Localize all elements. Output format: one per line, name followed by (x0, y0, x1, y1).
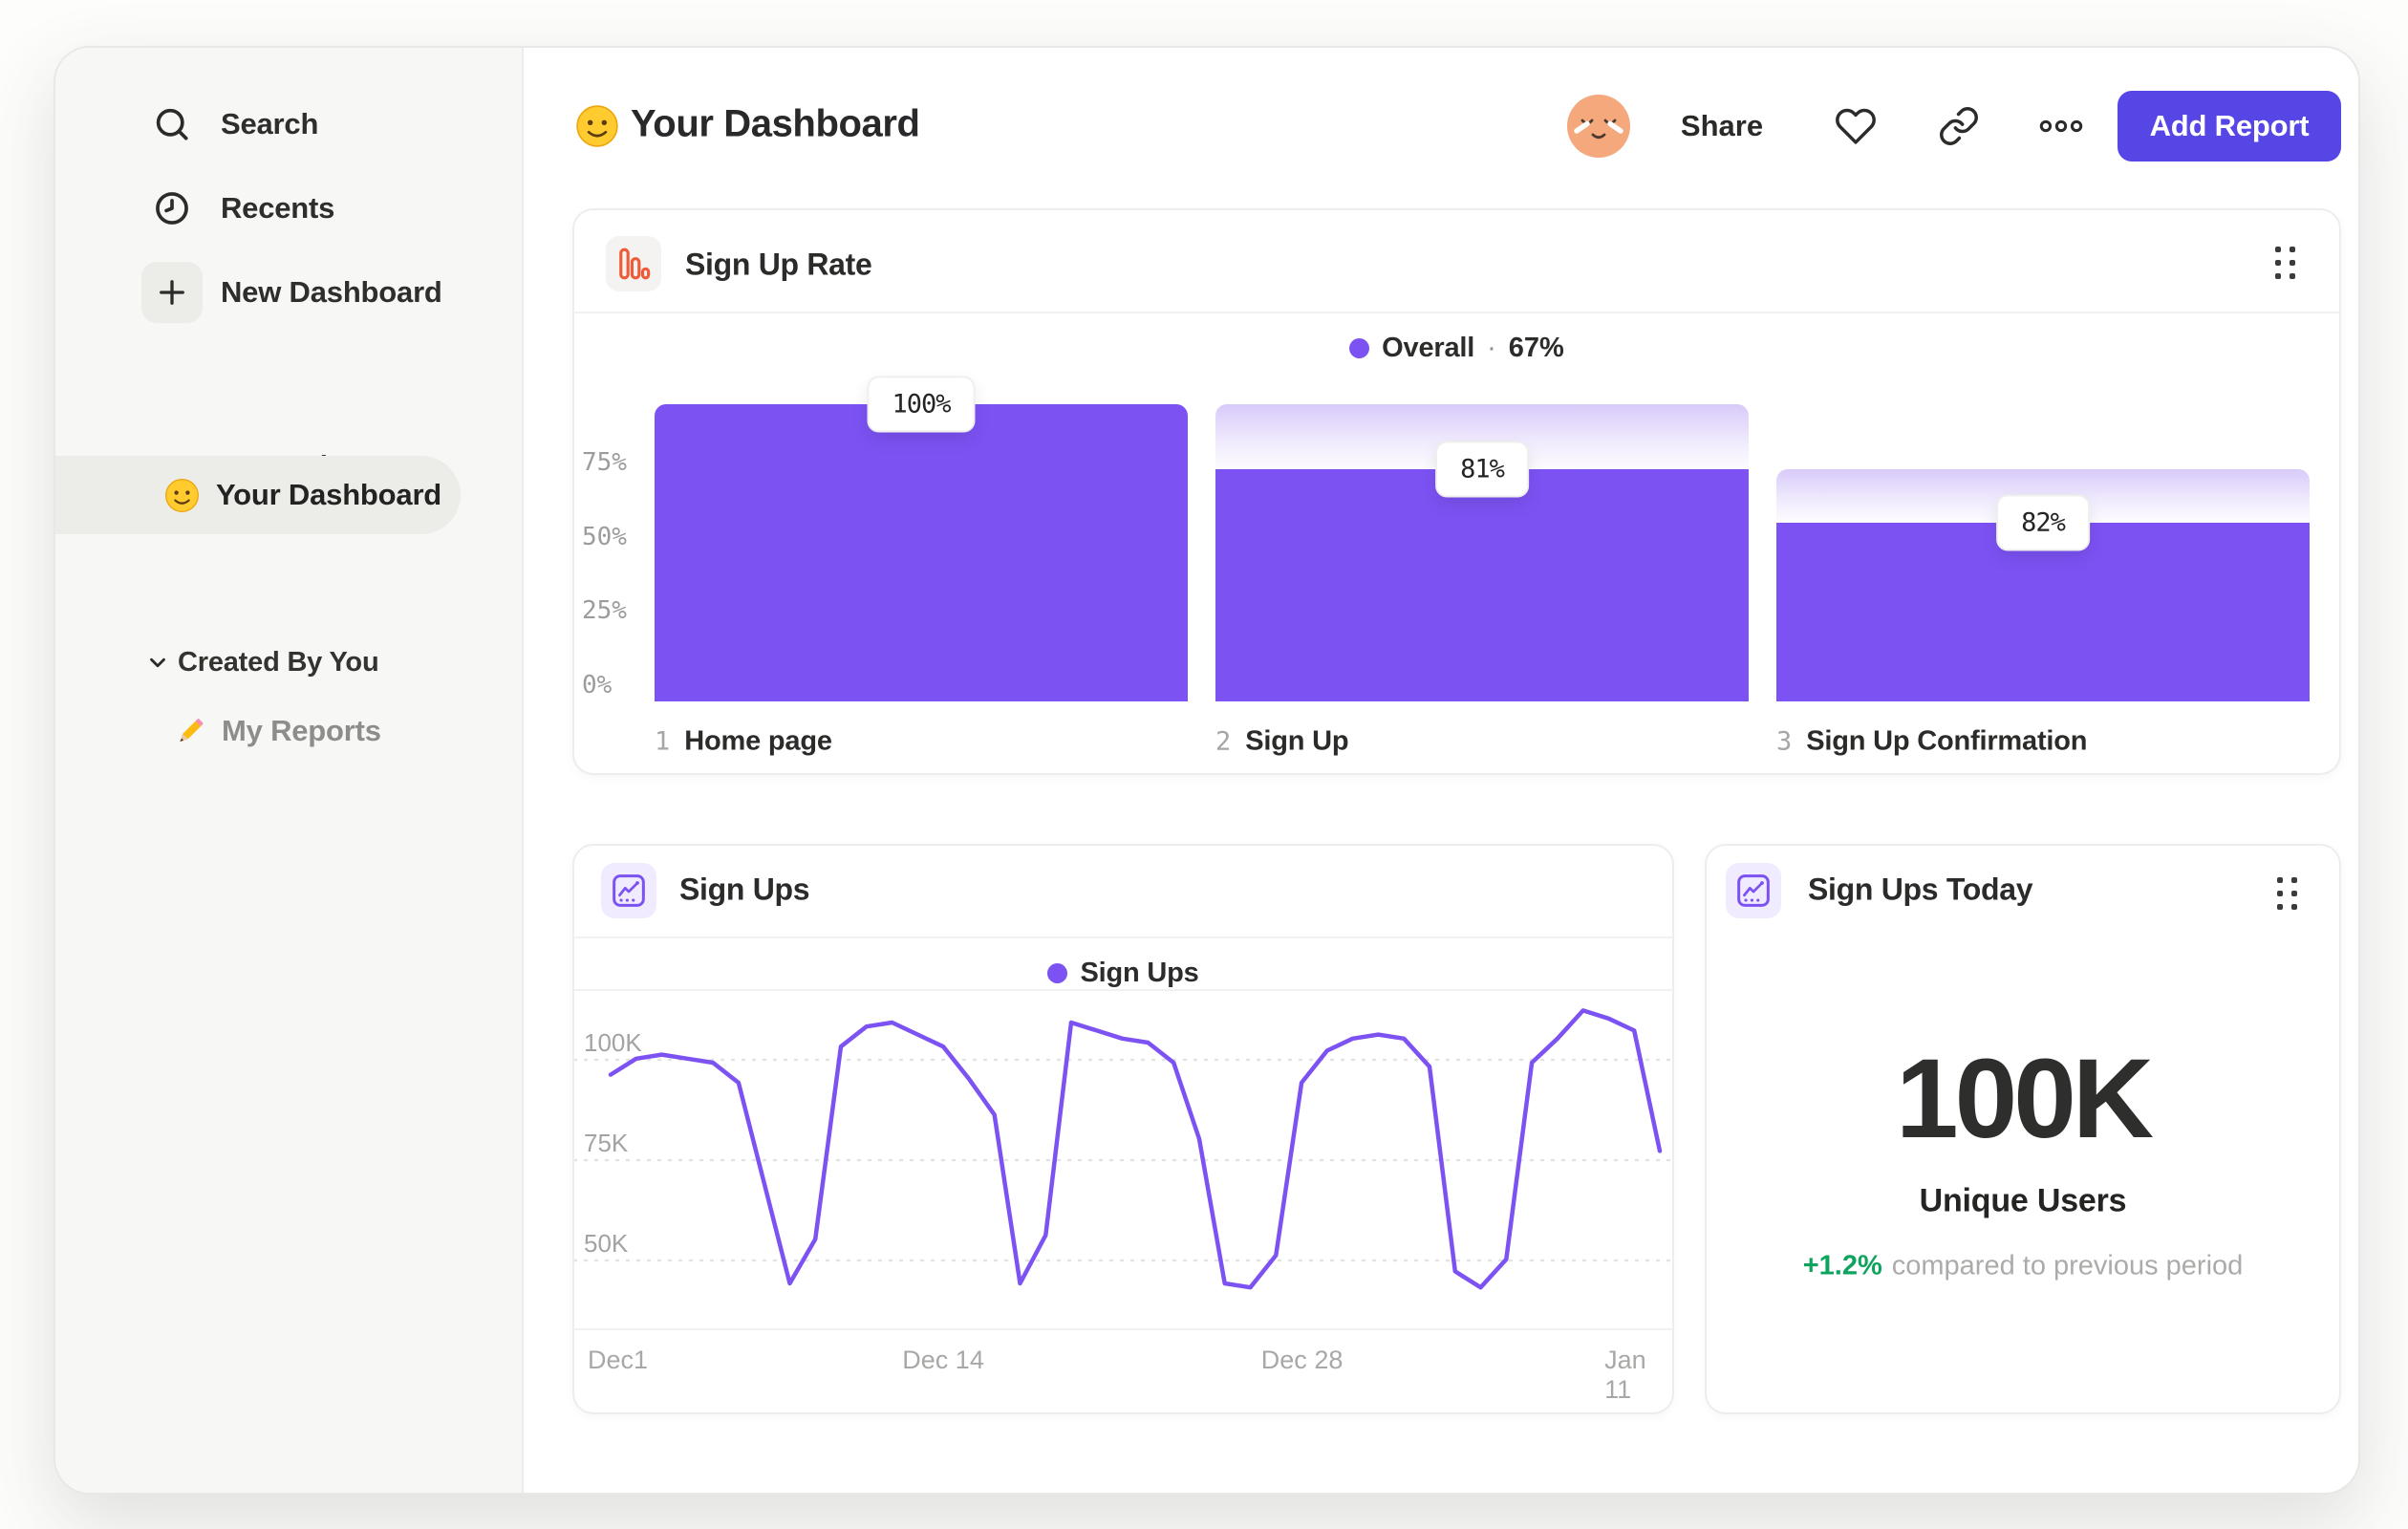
link-icon[interactable] (1938, 105, 1980, 147)
pencil-emoji-icon (180, 719, 204, 743)
funnel-bar[interactable] (655, 404, 1188, 701)
step-index: 3 (1776, 726, 1793, 757)
metric-delta: +1.2% (1802, 1250, 1882, 1281)
line-card-sign-ups: Sign Ups Sign Ups 100K 75K 50K Dec1 Dec 14 De… (572, 844, 1678, 1416)
funnel-step-label: 3 Sign Up Confirmation (1776, 726, 2087, 758)
x-axis-tick: Dec 28 (1260, 1346, 1344, 1374)
sidebar-item-label: My Reports (222, 714, 381, 747)
sidebar-item-recents[interactable]: Recents (55, 166, 522, 250)
sidebar-item-label: New Dashboard (221, 275, 442, 309)
funnel-step-label: 2 Sign Up (1215, 725, 1349, 758)
sidebar: Search Recents New Dashboard Your Fa (55, 48, 524, 1493)
y-axis-tick: 25% (582, 596, 627, 626)
add-report-button[interactable]: Add Report (2118, 91, 2341, 162)
x-axis-tick: Dec 14 (902, 1346, 984, 1374)
y-axis-tick: 50K (584, 1229, 629, 1258)
sidebar-item-my-reports[interactable]: My Reports (55, 691, 522, 771)
line-chart-icon (1726, 863, 1781, 918)
line-chart-svg (572, 1008, 1678, 1290)
main-content: Your Dashboard Share Add Report Sign Up … (524, 48, 2358, 1493)
y-axis-tick: 50% (582, 522, 627, 551)
smiley-emoji-icon (165, 478, 199, 512)
step-index: 1 (655, 726, 671, 757)
metric-card-sign-ups-today: Sign Ups Today 100K Unique Users +1.2% co… (1705, 844, 2341, 1414)
heart-icon[interactable] (1835, 105, 1877, 147)
divider (574, 1328, 1672, 1330)
sidebar-item-new-dashboard[interactable]: New Dashboard (55, 250, 522, 334)
y-axis-tick: 75K (584, 1129, 629, 1157)
metric-label: Unique Users (1919, 1182, 2127, 1219)
avatar[interactable] (1567, 95, 1630, 158)
more-options-icon[interactable] (2037, 105, 2083, 147)
sidebar-section-created-by-you[interactable]: Created By You (55, 634, 522, 691)
y-axis-tick: 0% (582, 671, 613, 700)
section-header-label: Created By You (178, 646, 379, 678)
value-tooltip: 82% (1996, 494, 2090, 551)
line-chart: 100K 75K 50K Dec1 Dec 14 Dec 28 Jan 11 (572, 846, 1678, 1416)
card-title: Sign Ups Today (1808, 872, 2033, 907)
value-tooltip: 100% (867, 376, 976, 433)
share-button[interactable]: Share (1681, 109, 1763, 143)
funnel-chart: 0% 25% 50% 75% 100% 1 Home page 81% 2 Sign Up 82% 3… (574, 210, 2339, 773)
x-axis-tick: Dec1 (588, 1346, 649, 1374)
metric-delta-caption: compared to previous period (1891, 1250, 2244, 1281)
sidebar-item-your-dashboard[interactable]: Your Dashboard (55, 456, 461, 534)
step-name: Sign Up (1245, 725, 1349, 757)
plus-icon (141, 262, 203, 323)
metric-delta-row: +1.2% compared to previous period (1707, 1251, 2339, 1282)
step-index: 2 (1215, 726, 1232, 757)
y-axis-tick: 75% (582, 447, 627, 477)
smiley-emoji-icon (576, 105, 618, 147)
drag-handle-icon[interactable] (2277, 877, 2297, 910)
clock-icon (141, 178, 203, 239)
sidebar-item-label: Search (221, 107, 319, 140)
sidebar-item-label: Your Dashboard (216, 478, 442, 511)
funnel-card-sign-up-rate: Sign Up Rate Overall · 67% 0% 25% 50% 75% 10… (572, 208, 2341, 775)
x-axis-tick: Jan 11 (1604, 1346, 1646, 1404)
value-tooltip: 81% (1435, 441, 1529, 498)
funnel-bar[interactable] (1215, 469, 1749, 701)
step-name: Home page (684, 725, 832, 757)
page-title: Your Dashboard (631, 102, 920, 145)
funnel-step-label: 1 Home page (655, 726, 832, 758)
sidebar-section-created: Created By You My Reports (55, 634, 522, 771)
metric-value: 100K (1895, 1036, 2154, 1162)
sidebar-item-label: Recents (221, 191, 335, 225)
sidebar-nav: Search Recents New Dashboard (55, 48, 522, 334)
y-axis-tick: 100K (584, 1028, 642, 1057)
chevron-down-icon (145, 650, 170, 675)
search-icon (141, 94, 203, 155)
app-window: Search Recents New Dashboard Your Fa (54, 46, 2360, 1495)
line-series-sign-ups (608, 1008, 1663, 1290)
sidebar-item-search[interactable]: Search (55, 82, 522, 166)
step-name: Sign Up Confirmation (1806, 725, 2088, 757)
